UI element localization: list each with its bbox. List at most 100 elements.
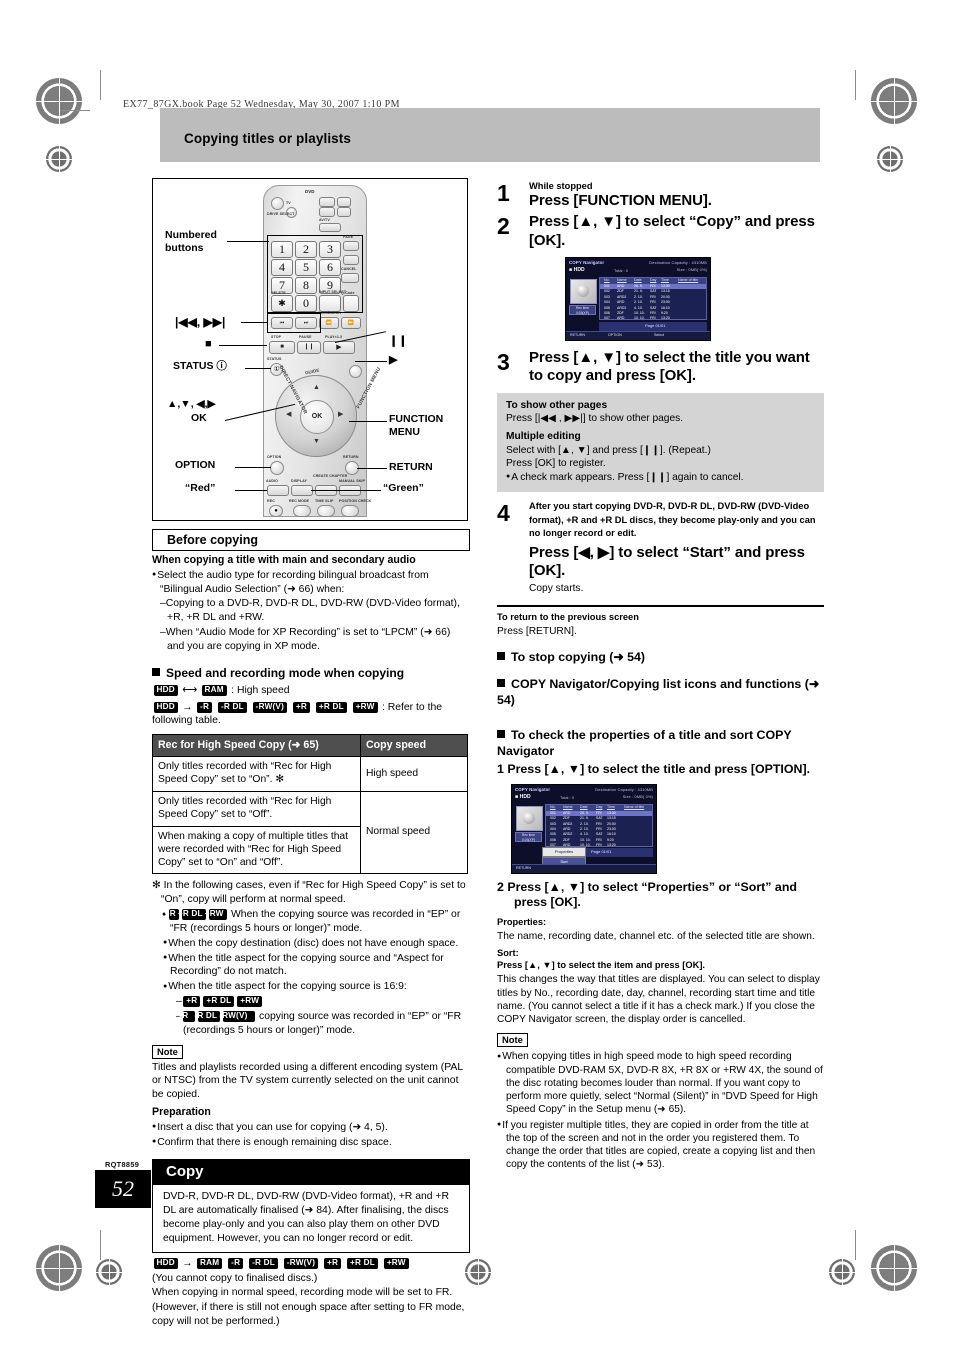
remote-key-pos-check-label: POSITION CHECK xyxy=(339,499,372,503)
callout-line xyxy=(311,490,381,491)
remote-key-tv: TV xyxy=(286,201,291,205)
tv-option-properties[interactable]: Properties xyxy=(542,846,586,857)
red-button[interactable] xyxy=(267,485,289,496)
tag-minus-rw-v: -RW(V) xyxy=(219,1010,255,1023)
rec-button[interactable]: ● xyxy=(269,505,283,517)
rec-mode-button[interactable] xyxy=(293,505,311,517)
table-row: Only titles recorded with “Rec for High … xyxy=(152,791,468,875)
stop-button[interactable]: ■ xyxy=(269,341,295,354)
registration-mark-bottom-right xyxy=(871,1245,917,1291)
power-button[interactable] xyxy=(271,197,284,210)
option-button[interactable] xyxy=(270,461,284,475)
registration-mark-small-left xyxy=(96,1259,122,1285)
tag-plus-r: +R xyxy=(292,701,311,713)
left-column: DVD TV DRIVE SELECT AV/TV 1 2 3 4 5 6 7 … xyxy=(152,178,470,1329)
callout-status: STATUS ⓘ xyxy=(173,360,227,372)
section-bullet-square xyxy=(152,667,160,676)
divider xyxy=(497,604,824,607)
tv-col-name: Name xyxy=(617,278,627,283)
cell-description: Only titles recorded with “Rec for High … xyxy=(152,756,361,793)
step-4: 4 After you start copying DVD-R, DVD-R D… xyxy=(497,500,824,595)
tag-minus-r: -R xyxy=(197,701,213,713)
play-button[interactable]: ▶ xyxy=(323,341,355,354)
before-copying-heading: Before copying xyxy=(152,529,470,551)
step-2-text: Press [▲, ▼] to select “Copy” and press … xyxy=(529,213,815,249)
search-forward-button[interactable]: ⏩ xyxy=(341,317,361,329)
exit-button[interactable] xyxy=(349,365,362,378)
pause-button[interactable]: ❙❙ xyxy=(297,341,321,354)
step-1-text: Press [FUNCTION MENU]. xyxy=(529,192,712,210)
tv-total: Total : 0 xyxy=(614,267,629,273)
ok-button[interactable]: OK xyxy=(300,400,334,434)
remote-key-display-label: DISPLAY xyxy=(291,479,307,483)
tv-col-name: Name xyxy=(563,805,573,810)
av-tv-button[interactable] xyxy=(319,223,341,232)
return-heading: To return to the previous screen xyxy=(497,611,639,622)
step-1-number: 1 xyxy=(497,180,510,206)
step-3-info-box: To show other pages Press [|◀◀ , ▶▶|] to… xyxy=(497,392,824,493)
properties-label: Properties: xyxy=(497,916,547,927)
info-box-heading-1: To show other pages xyxy=(506,399,608,411)
ch-up-button[interactable] xyxy=(319,197,335,207)
copy-tags-line: HDD → RAM -R -R DL -RW(V) +R +R DL +RW xyxy=(152,1257,470,1271)
crop-mark xyxy=(60,110,90,111)
preparation-bullet-2: Confirm that there is enough remaining d… xyxy=(152,1136,470,1150)
callout-line xyxy=(235,490,267,491)
tv-total: Total : 0 xyxy=(560,794,575,800)
callout-line xyxy=(245,368,271,369)
callout-play: ▶ xyxy=(389,354,398,366)
tv-return-hint: RETURN xyxy=(570,333,585,338)
remote-key-pause-label: PAUSE xyxy=(299,335,312,339)
tv-rec-time: Rec time 0:03(XP) xyxy=(515,831,542,842)
tv-page-indicator: Page 01/01 xyxy=(599,321,707,331)
tag-plus-r-dl: +R DL xyxy=(315,701,347,713)
preparation-heading: Preparation xyxy=(152,1106,211,1119)
tv-col-name-of-title: Name of title xyxy=(624,805,645,810)
cell-description: When making a copy of multiple titles th… xyxy=(152,825,361,875)
section-bullet-square xyxy=(497,730,505,739)
double-arrow-icon: ⟷ xyxy=(182,684,198,696)
speed-line-1-suffix: : High speed xyxy=(231,684,290,696)
tv-bottom-bar: RETURN OPTION Select xyxy=(566,330,710,340)
callout-line xyxy=(241,322,267,323)
footnote-bullet-2: When the copy destination (disc) does no… xyxy=(152,937,470,951)
pos-check-button[interactable] xyxy=(341,505,359,517)
tag-minus-r-dl: -R DL xyxy=(194,1010,221,1023)
tag-plus-rw: +RW xyxy=(237,996,263,1008)
registration-mark-top-left xyxy=(36,78,82,124)
time-slip-button[interactable] xyxy=(317,505,335,517)
tv-col-name-of-title: Name of title xyxy=(678,278,699,283)
note-text: Titles and playlists recorded using a di… xyxy=(152,1061,463,1101)
tv-drive: ■ HDD xyxy=(515,793,531,800)
right-note-bullet-1: When copying titles in high speed mode t… xyxy=(497,1050,824,1116)
tv-thumbnail xyxy=(570,278,597,304)
sort-instruction: Press [▲, ▼] to select the item and pres… xyxy=(497,960,706,971)
right-column: 1 While stopped Press [FUNCTION MENU]. 2… xyxy=(497,178,824,1172)
info-box-text-1: Press [|◀◀ , ▶▶|] to show other pages. xyxy=(506,413,684,425)
remote-key-stop-label: STOP xyxy=(271,335,282,339)
vol-down-button[interactable] xyxy=(337,207,351,217)
callout-line xyxy=(349,421,387,422)
vol-up-button[interactable] xyxy=(337,197,351,207)
tv-bottom-bar: RETURN xyxy=(512,863,656,873)
callout-red: “Red” xyxy=(185,482,216,494)
tv-size: Size : 0MB( 0%) xyxy=(622,793,653,799)
registration-mark-small-upper-right xyxy=(877,146,903,172)
ch-down-button[interactable] xyxy=(319,207,335,217)
callout-ok: OK xyxy=(191,412,207,424)
crop-mark xyxy=(100,70,101,100)
info-box-text-2: Select with [▲, ▼] and press [❙❙]. (Repe… xyxy=(506,444,711,456)
green-button[interactable] xyxy=(291,485,313,496)
callout-return: RETURN xyxy=(389,461,433,473)
copy-speed-table: Rec for High Speed Copy (➜ 65) Copy spee… xyxy=(152,734,468,875)
tv-col-no: No. xyxy=(550,805,556,810)
tag-plus-r-dl: +R DL xyxy=(203,996,235,1008)
info-box-heading-2: Multiple editing xyxy=(506,431,581,443)
search-back-button[interactable]: ⏪ xyxy=(319,317,339,329)
tag-ram: RAM xyxy=(197,1257,223,1269)
crop-mark xyxy=(100,1230,101,1260)
tag-hdd: HDD xyxy=(153,701,178,713)
remote-control-illustration: DVD TV DRIVE SELECT AV/TV 1 2 3 4 5 6 7 … xyxy=(152,178,468,521)
step-1-lead: While stopped xyxy=(529,181,593,191)
footnote-bullet-4-dash-1: – +R +R DL +RW xyxy=(152,995,470,1009)
